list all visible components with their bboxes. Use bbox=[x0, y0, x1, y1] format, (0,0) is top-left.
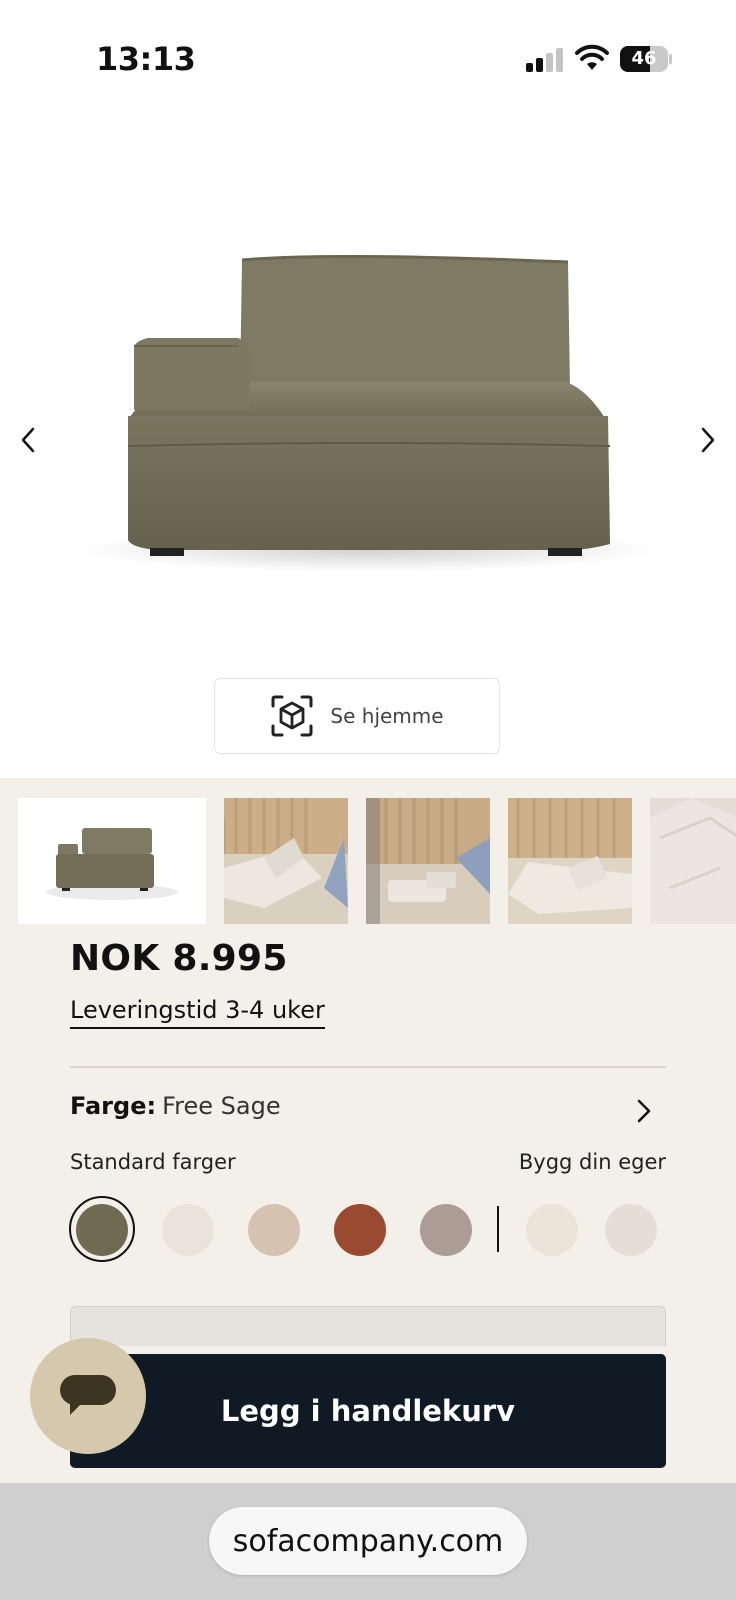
thumbnail-item[interactable] bbox=[650, 798, 736, 924]
cellular-signal-icon bbox=[526, 48, 566, 72]
thumbnail-item[interactable] bbox=[508, 798, 632, 924]
color-swatch-4[interactable] bbox=[420, 1204, 472, 1256]
battery-icon: 46 bbox=[620, 46, 668, 72]
color-swatch-0[interactable] bbox=[76, 1204, 128, 1256]
chat-button[interactable] bbox=[30, 1338, 146, 1454]
battery-level: 46 bbox=[631, 48, 657, 69]
color-swatch-1[interactable] bbox=[162, 1204, 214, 1256]
custom-swatch-1[interactable] bbox=[605, 1204, 657, 1256]
chat-bubble-icon bbox=[60, 1375, 116, 1415]
chevron-right-icon bbox=[701, 427, 715, 453]
status-time: 13:13 bbox=[96, 40, 196, 78]
thumbnail-item[interactable] bbox=[224, 798, 348, 924]
chevron-left-icon bbox=[21, 427, 35, 453]
status-bar: 13:13 46 bbox=[0, 0, 736, 120]
color-swatch-3[interactable] bbox=[334, 1204, 386, 1256]
thumbnail-item[interactable] bbox=[366, 798, 490, 924]
wifi-icon bbox=[575, 44, 609, 70]
add-to-cart-button[interactable]: Legg i handlekurv bbox=[70, 1354, 666, 1468]
build-your-own-label: Bygg din eger bbox=[518, 1150, 666, 1174]
url-field[interactable]: sofacompany.com bbox=[209, 1507, 527, 1575]
chevron-right-icon bbox=[637, 1099, 651, 1123]
color-swatch-2[interactable] bbox=[248, 1204, 300, 1256]
swatch-separator bbox=[497, 1206, 499, 1252]
custom-swatch-0[interactable] bbox=[526, 1204, 578, 1256]
variant-selector[interactable] bbox=[70, 1306, 666, 1346]
next-image-button[interactable] bbox=[688, 420, 728, 460]
divider bbox=[70, 1066, 666, 1068]
color-selector-row[interactable]: Farge: Free Sage bbox=[70, 1092, 666, 1132]
delivery-time-link[interactable]: Leveringstid 3-4 uker bbox=[70, 996, 325, 1029]
view-in-home-button[interactable]: Se hjemme bbox=[214, 678, 500, 754]
browser-address-bar: sofacompany.com bbox=[0, 1483, 736, 1600]
color-label: Farge: bbox=[70, 1092, 157, 1120]
previous-image-button[interactable] bbox=[8, 420, 48, 460]
product-price: NOK 8.995 bbox=[70, 938, 288, 979]
color-value: Free Sage bbox=[162, 1092, 281, 1120]
view-in-home-label: Se hjemme bbox=[330, 704, 444, 728]
thumbnail-sofa-image bbox=[46, 828, 178, 900]
product-image bbox=[88, 254, 648, 572]
standard-colors-label: Standard farger bbox=[70, 1150, 236, 1174]
thumbnail-item[interactable] bbox=[18, 798, 206, 924]
product-gallery[interactable]: Se hjemme bbox=[0, 120, 736, 778]
thumbnail-strip[interactable] bbox=[18, 798, 736, 924]
ar-cube-icon bbox=[271, 695, 313, 737]
